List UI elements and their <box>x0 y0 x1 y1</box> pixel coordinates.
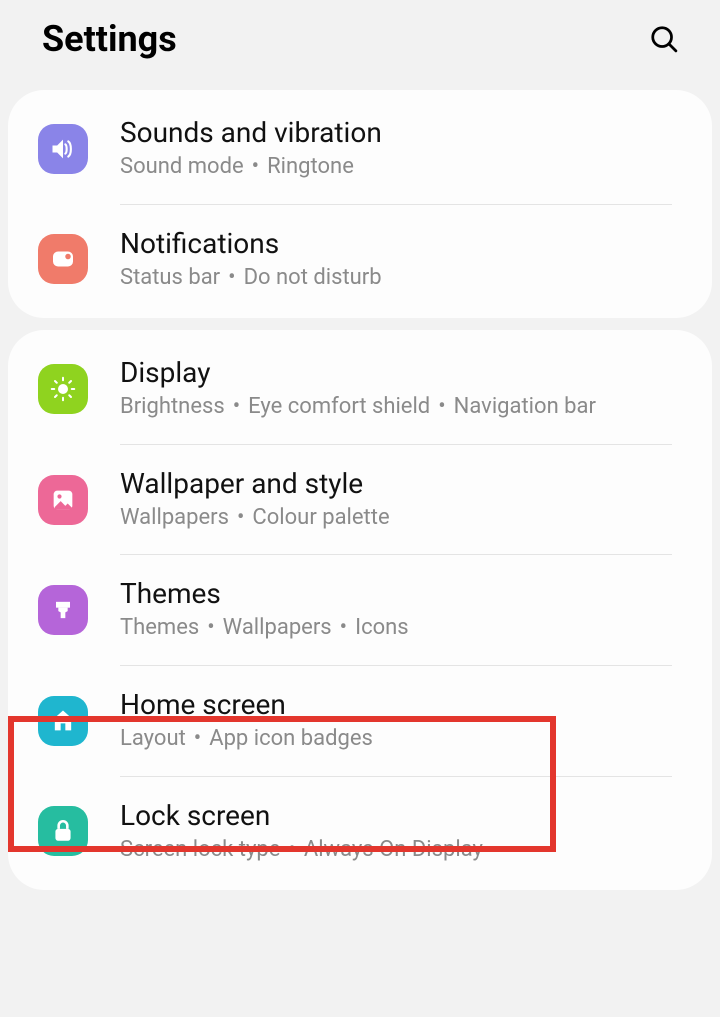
separator-dot: • <box>237 505 244 530</box>
row-text: Lock screen Screen lock type • Always On Di… <box>120 799 682 865</box>
row-title: Notifications <box>120 227 682 260</box>
row-sub-item: Brightness <box>120 394 225 419</box>
row-sub-item: Wallpapers <box>223 615 332 640</box>
row-sub-item: Ringtone <box>267 154 354 179</box>
row-title: Display <box>120 356 682 389</box>
row-sub-item: Colour palette <box>252 505 389 530</box>
row-sub-item: Themes <box>120 615 199 640</box>
row-sub-item: Layout <box>120 726 186 751</box>
row-subtitle: Layout • App icon badges <box>120 725 682 754</box>
row-subtitle: Status bar • Do not disturb <box>120 264 682 293</box>
home-icon <box>38 696 88 746</box>
volume-icon <box>38 124 88 174</box>
row-sub-item: Do not disturb <box>244 265 382 290</box>
picture-icon <box>38 475 88 525</box>
separator-dot: • <box>207 615 214 640</box>
row-sub-item: Status bar <box>120 265 220 290</box>
row-subtitle: Themes • Wallpapers • Icons <box>120 614 682 643</box>
search-icon <box>649 24 679 54</box>
row-title: Themes <box>120 577 682 610</box>
row-sub-item: Icons <box>355 615 409 640</box>
row-sub-item: Screen lock type <box>120 837 280 862</box>
page-title: Settings <box>42 18 177 60</box>
settings-row-display[interactable]: Display Brightness • Eye comfort shield • Nav… <box>8 334 712 444</box>
row-text: Display Brightness • Eye comfort shield • Nav… <box>120 356 682 422</box>
row-sub-item: App icon badges <box>209 726 373 751</box>
settings-row-lock-screen[interactable]: Lock screen Screen lock type • Always On Di… <box>8 777 712 887</box>
separator-dot: • <box>233 394 240 419</box>
row-sub-item: Navigation bar <box>454 394 596 419</box>
settings-row-notifications[interactable]: Notifications Status bar • Do not disturb <box>8 205 712 315</box>
row-title: Lock screen <box>120 799 682 832</box>
settings-group: Display Brightness • Eye comfort shield • Nav… <box>8 330 712 890</box>
separator-dot: • <box>288 837 295 862</box>
separator-dot: • <box>194 726 201 751</box>
row-text: Themes Themes • Wallpapers • Icons <box>120 577 682 643</box>
row-text: Notifications Status bar • Do not disturb <box>120 227 682 293</box>
row-sub-item: Always On Display <box>304 837 483 862</box>
separator-dot: • <box>228 265 235 290</box>
row-subtitle: Sound mode • Ringtone <box>120 153 682 182</box>
row-subtitle: Screen lock type • Always On Display <box>120 836 682 865</box>
row-text: Sounds and vibration Sound mode • Ringtone <box>120 116 682 182</box>
lock-icon <box>38 806 88 856</box>
row-text: Wallpaper and style Wallpapers • Colour pal… <box>120 467 682 533</box>
sun-icon <box>38 364 88 414</box>
settings-row-sounds-and-vibration[interactable]: Sounds and vibration Sound mode • Ringtone <box>8 94 712 204</box>
header: Settings <box>0 0 720 78</box>
row-title: Wallpaper and style <box>120 467 682 500</box>
settings-row-wallpaper-and-style[interactable]: Wallpaper and style Wallpapers • Colour pal… <box>8 445 712 555</box>
row-text: Home screen Layout • App icon badges <box>120 688 682 754</box>
separator-dot: • <box>252 154 259 179</box>
settings-group: Sounds and vibration Sound mode • Ringtone N… <box>8 90 712 318</box>
row-title: Sounds and vibration <box>120 116 682 149</box>
row-subtitle: Wallpapers • Colour palette <box>120 504 682 533</box>
row-sub-item: Wallpapers <box>120 505 229 530</box>
row-sub-item: Sound mode <box>120 154 244 179</box>
separator-dot: • <box>340 615 347 640</box>
settings-row-home-screen[interactable]: Home screen Layout • App icon badges <box>8 666 712 776</box>
brush-icon <box>38 585 88 635</box>
separator-dot: • <box>438 394 445 419</box>
pip-icon <box>38 234 88 284</box>
row-sub-item: Eye comfort shield <box>248 394 430 419</box>
row-title: Home screen <box>120 688 682 721</box>
row-subtitle: Brightness • Eye comfort shield • Navigation… <box>120 393 682 422</box>
search-button[interactable] <box>646 21 682 57</box>
settings-row-themes[interactable]: Themes Themes • Wallpapers • Icons <box>8 555 712 665</box>
